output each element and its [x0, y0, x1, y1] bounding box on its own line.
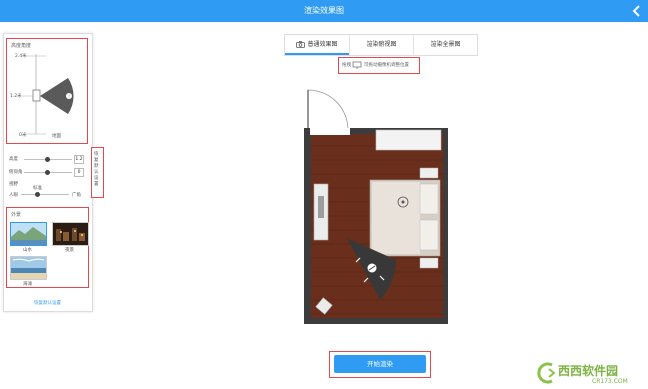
- exterior-thumb-mountain[interactable]: [10, 222, 47, 246]
- hint-text: 可拖动摄像机调整位置: [364, 63, 409, 68]
- fov-left-label: 人眼: [9, 193, 18, 198]
- floor-plan[interactable]: [300, 88, 452, 328]
- fov-slider-knob[interactable]: [35, 192, 40, 197]
- height-top-value: 2.4米: [15, 54, 27, 59]
- tab-top-view-label: 渲染俯视图: [366, 41, 397, 48]
- height-angle-title: 高度角度: [11, 43, 32, 49]
- camera-icon: [296, 41, 306, 48]
- height-value-input[interactable]: 1.2: [74, 155, 84, 164]
- height-bottom-value: 0米: [19, 133, 27, 138]
- window-title: 渲染效果图: [304, 6, 344, 15]
- hint-prefix: 拖拽: [342, 63, 351, 68]
- fov-label: 视野: [9, 182, 18, 187]
- watermark-main-text: 西西软件园: [558, 364, 619, 378]
- svg-text:!: !: [68, 94, 70, 99]
- exterior-label-mountain: 山水: [23, 248, 32, 253]
- camera-small-icon: [352, 61, 362, 69]
- pitch-slider-label: 俯仰角: [9, 170, 23, 175]
- watermark-logo-icon: [537, 362, 556, 384]
- exterior-thumb-beach[interactable]: [10, 256, 47, 280]
- fov-slider-track[interactable]: [21, 194, 69, 195]
- fov-mid-label: 标准: [33, 186, 42, 191]
- tab-panorama-render[interactable]: 渲染全景图: [413, 35, 477, 55]
- chevron-left-icon[interactable]: [630, 3, 644, 19]
- exterior-title: 外景: [11, 212, 22, 218]
- height-middle-value: 1.2米: [10, 94, 22, 99]
- reset-defaults-label: 恢复默认设置: [94, 152, 99, 187]
- restore-defaults-link[interactable]: 恢复默认设置: [34, 300, 61, 306]
- exterior-label-night: 夜景: [65, 248, 74, 253]
- settings-panel: 高度角度 ! 2.4米 1.2米 0米 地面 高度 1.2 俯仰角 0 视野 标…: [3, 33, 93, 312]
- fov-right-label: 广角: [72, 193, 81, 198]
- floor-label: 地面: [52, 134, 61, 139]
- watermark-sub-text: CR173.COM: [592, 378, 628, 385]
- start-render-button[interactable]: 开始渲染: [334, 355, 426, 373]
- tab-normal-render[interactable]: 普通效果图: [285, 35, 349, 55]
- exterior-label-beach: 海滩: [23, 282, 32, 287]
- tab-normal-label: 普通效果图: [307, 41, 338, 48]
- exterior-thumb-night[interactable]: [52, 222, 89, 246]
- pitch-value-input[interactable]: 0: [74, 168, 84, 177]
- pitch-slider-knob[interactable]: [45, 170, 50, 175]
- title-bar: 渲染效果图: [0, 0, 648, 22]
- site-watermark: 西西软件园 CR173.COM: [536, 359, 646, 387]
- tab-panorama-label: 渲染全景图: [430, 41, 461, 48]
- height-slider-knob[interactable]: [45, 157, 50, 162]
- render-mode-tabs: 普通效果图 渲染俯视图 渲染全景图: [284, 34, 478, 56]
- height-slider-label: 高度: [9, 157, 18, 162]
- tab-top-view-render[interactable]: 渲染俯视图: [349, 35, 413, 55]
